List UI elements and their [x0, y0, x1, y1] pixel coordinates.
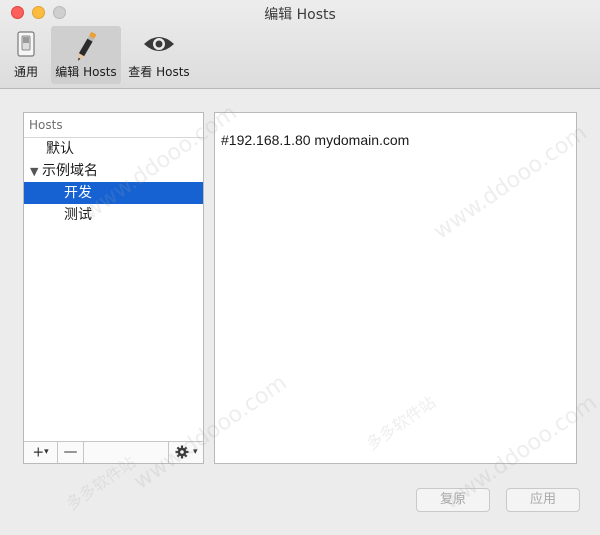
toolbar-view-hosts-tab[interactable]: 查看 Hosts — [125, 26, 193, 84]
sidebar-item-label: 示例域名 — [42, 163, 98, 179]
hosts-content: #192.168.1.80 mydomain.com — [221, 132, 410, 148]
sidebar-header: Hosts — [24, 113, 203, 138]
switch-icon — [15, 30, 37, 61]
eye-icon — [142, 30, 176, 61]
remove-button[interactable]: — — [58, 442, 84, 463]
apply-button[interactable]: 应用 — [506, 488, 580, 512]
toolbar-general-label: 通用 — [13, 65, 38, 79]
toolbar-view-hosts-label: 查看 Hosts — [128, 65, 190, 79]
add-button[interactable]: +▾ — [24, 442, 58, 463]
disclosure-triangle-icon[interactable]: ▼ — [30, 161, 42, 183]
titlebar: 编辑 Hosts 通用 编辑 Hosts 查看 Hosts — [0, 0, 600, 89]
plus-icon: + — [32, 444, 45, 461]
toolbar-edit-hosts-label: 编辑 Hosts — [55, 65, 117, 79]
minus-icon: — — [63, 444, 78, 460]
pencil-icon — [71, 30, 101, 67]
window-title: 编辑 Hosts — [264, 7, 336, 23]
app-window: 编辑 Hosts 通用 编辑 Hosts 查看 Hosts Hosts 默认 ▼… — [0, 0, 600, 535]
toolbar-general-tab[interactable]: 通用 — [6, 26, 46, 84]
toolbar-edit-hosts-tab[interactable]: 编辑 Hosts — [51, 26, 121, 84]
sidebar-item-label: 默认 — [46, 141, 74, 157]
chevron-down-icon: ▾ — [44, 447, 49, 457]
